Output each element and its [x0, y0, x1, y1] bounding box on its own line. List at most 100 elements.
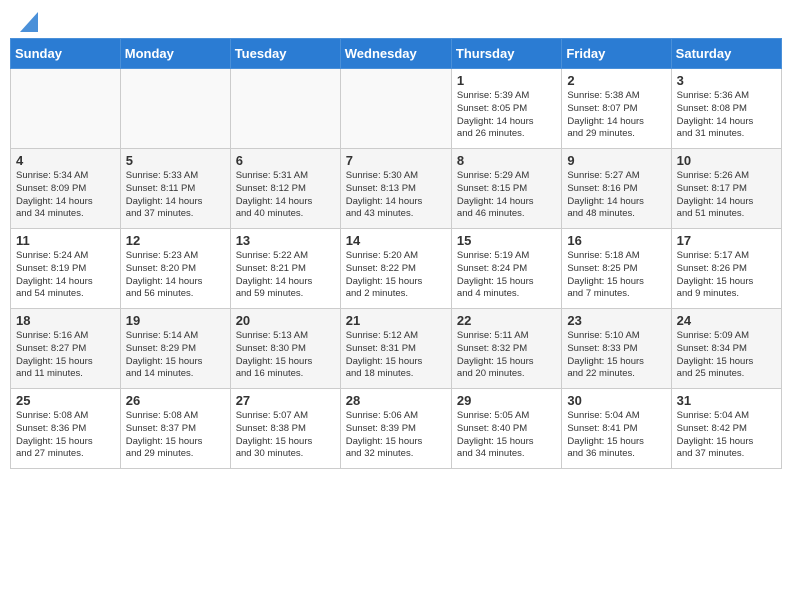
calendar-week-row: 11 Sunrise: 5:24 AM Sunset: 8:19 PM Dayli…: [11, 229, 782, 309]
day-info: Sunrise: 5:39 AM Sunset: 8:05 PM Dayligh…: [457, 90, 556, 141]
calendar-cell: 8 Sunrise: 5:29 AM Sunset: 8:15 PM Daylig…: [451, 149, 561, 229]
calendar-cell: 2 Sunrise: 5:38 AM Sunset: 8:07 PM Daylig…: [562, 69, 671, 149]
calendar-cell: 26Sunrise: 5:08 AM Sunset: 8:37 PM Dayli…: [120, 389, 230, 469]
day-number: 8: [457, 153, 556, 168]
day-info: Sunrise: 5:08 AM Sunset: 8:37 PM Dayligh…: [126, 410, 225, 461]
day-number: 2: [567, 73, 665, 88]
calendar-day-header: Tuesday: [230, 39, 340, 69]
day-number: 6: [236, 153, 335, 168]
day-info: Sunrise: 5:04 AM Sunset: 8:42 PM Dayligh…: [677, 410, 776, 461]
calendar-week-row: 1 Sunrise: 5:39 AM Sunset: 8:05 PM Daylig…: [11, 69, 782, 149]
day-info: Sunrise: 5:26 AM Sunset: 8:17 PM Dayligh…: [677, 170, 776, 221]
day-info: Sunrise: 5:12 AM Sunset: 8:31 PM Dayligh…: [346, 330, 446, 381]
calendar-cell: 22Sunrise: 5:11 AM Sunset: 8:32 PM Dayli…: [451, 309, 561, 389]
day-info: Sunrise: 5:16 AM Sunset: 8:27 PM Dayligh…: [16, 330, 115, 381]
day-info: Sunrise: 5:20 AM Sunset: 8:22 PM Dayligh…: [346, 250, 446, 301]
calendar-cell: 20 Sunrise: 5:13 AM Sunset: 8:30 PM Dayli…: [230, 309, 340, 389]
calendar-cell: 1 Sunrise: 5:39 AM Sunset: 8:05 PM Daylig…: [451, 69, 561, 149]
day-number: 21: [346, 313, 446, 328]
calendar-cell: [120, 69, 230, 149]
day-info: Sunrise: 5:09 AM Sunset: 8:34 PM Dayligh…: [677, 330, 776, 381]
day-info: Sunrise: 5:34 AM Sunset: 8:09 PM Dayligh…: [16, 170, 115, 221]
calendar-cell: 27 Sunrise: 5:07 AM Sunset: 8:38 PM Dayli…: [230, 389, 340, 469]
calendar-day-header: Saturday: [671, 39, 781, 69]
day-number: 30: [567, 393, 665, 408]
calendar-cell: 30 Sunrise: 5:04 AM Sunset: 8:41 PM Dayli…: [562, 389, 671, 469]
day-number: 14: [346, 233, 446, 248]
calendar-cell: 10 Sunrise: 5:26 AM Sunset: 8:17 PM Dayli…: [671, 149, 781, 229]
calendar-cell: 7Sunrise: 5:30 AM Sunset: 8:13 PM Daylig…: [340, 149, 451, 229]
day-info: Sunrise: 5:18 AM Sunset: 8:25 PM Dayligh…: [567, 250, 665, 301]
calendar-cell: 12 Sunrise: 5:23 AM Sunset: 8:20 PM Dayli…: [120, 229, 230, 309]
calendar-cell: [11, 69, 121, 149]
day-number: 17: [677, 233, 776, 248]
day-info: Sunrise: 5:05 AM Sunset: 8:40 PM Dayligh…: [457, 410, 556, 461]
logo-icon: [20, 12, 38, 32]
calendar-cell: 5Sunrise: 5:33 AM Sunset: 8:11 PM Daylig…: [120, 149, 230, 229]
calendar-cell: [340, 69, 451, 149]
day-info: Sunrise: 5:29 AM Sunset: 8:15 PM Dayligh…: [457, 170, 556, 221]
day-number: 9: [567, 153, 665, 168]
calendar-cell: 14 Sunrise: 5:20 AM Sunset: 8:22 PM Dayli…: [340, 229, 451, 309]
day-info: Sunrise: 5:27 AM Sunset: 8:16 PM Dayligh…: [567, 170, 665, 221]
day-info: Sunrise: 5:23 AM Sunset: 8:20 PM Dayligh…: [126, 250, 225, 301]
day-number: 5: [126, 153, 225, 168]
calendar-day-header: Monday: [120, 39, 230, 69]
day-info: Sunrise: 5:24 AM Sunset: 8:19 PM Dayligh…: [16, 250, 115, 301]
day-number: 12: [126, 233, 225, 248]
day-info: Sunrise: 5:19 AM Sunset: 8:24 PM Dayligh…: [457, 250, 556, 301]
calendar-cell: 3Sunrise: 5:36 AM Sunset: 8:08 PM Daylig…: [671, 69, 781, 149]
calendar-cell: 19 Sunrise: 5:14 AM Sunset: 8:29 PM Dayli…: [120, 309, 230, 389]
logo: [18, 14, 38, 26]
day-number: 16: [567, 233, 665, 248]
calendar-day-header: Sunday: [11, 39, 121, 69]
day-number: 18: [16, 313, 115, 328]
day-info: Sunrise: 5:07 AM Sunset: 8:38 PM Dayligh…: [236, 410, 335, 461]
day-info: Sunrise: 5:08 AM Sunset: 8:36 PM Dayligh…: [16, 410, 115, 461]
day-info: Sunrise: 5:22 AM Sunset: 8:21 PM Dayligh…: [236, 250, 335, 301]
day-info: Sunrise: 5:14 AM Sunset: 8:29 PM Dayligh…: [126, 330, 225, 381]
day-info: Sunrise: 5:13 AM Sunset: 8:30 PM Dayligh…: [236, 330, 335, 381]
calendar-day-header: Friday: [562, 39, 671, 69]
day-number: 23: [567, 313, 665, 328]
day-number: 25: [16, 393, 115, 408]
calendar-cell: 6 Sunrise: 5:31 AM Sunset: 8:12 PM Daylig…: [230, 149, 340, 229]
day-info: Sunrise: 5:11 AM Sunset: 8:32 PM Dayligh…: [457, 330, 556, 381]
calendar-cell: [230, 69, 340, 149]
calendar-cell: 17Sunrise: 5:17 AM Sunset: 8:26 PM Dayli…: [671, 229, 781, 309]
calendar-cell: 23 Sunrise: 5:10 AM Sunset: 8:33 PM Dayli…: [562, 309, 671, 389]
calendar-cell: 11 Sunrise: 5:24 AM Sunset: 8:19 PM Dayli…: [11, 229, 121, 309]
calendar-day-header: Thursday: [451, 39, 561, 69]
day-info: Sunrise: 5:06 AM Sunset: 8:39 PM Dayligh…: [346, 410, 446, 461]
day-number: 11: [16, 233, 115, 248]
calendar-cell: 16 Sunrise: 5:18 AM Sunset: 8:25 PM Dayli…: [562, 229, 671, 309]
page-header: [10, 10, 782, 30]
day-number: 4: [16, 153, 115, 168]
calendar-cell: 15Sunrise: 5:19 AM Sunset: 8:24 PM Dayli…: [451, 229, 561, 309]
day-number: 10: [677, 153, 776, 168]
calendar-cell: 31 Sunrise: 5:04 AM Sunset: 8:42 PM Dayli…: [671, 389, 781, 469]
day-number: 1: [457, 73, 556, 88]
day-number: 28: [346, 393, 446, 408]
day-info: Sunrise: 5:10 AM Sunset: 8:33 PM Dayligh…: [567, 330, 665, 381]
day-number: 27: [236, 393, 335, 408]
day-info: Sunrise: 5:36 AM Sunset: 8:08 PM Dayligh…: [677, 90, 776, 141]
calendar-day-header: Wednesday: [340, 39, 451, 69]
day-info: Sunrise: 5:04 AM Sunset: 8:41 PM Dayligh…: [567, 410, 665, 461]
calendar-table: SundayMondayTuesdayWednesdayThursdayFrid…: [10, 38, 782, 469]
calendar-cell: 21 Sunrise: 5:12 AM Sunset: 8:31 PM Dayli…: [340, 309, 451, 389]
calendar-header-row: SundayMondayTuesdayWednesdayThursdayFrid…: [11, 39, 782, 69]
day-number: 19: [126, 313, 225, 328]
day-info: Sunrise: 5:38 AM Sunset: 8:07 PM Dayligh…: [567, 90, 665, 141]
day-number: 29: [457, 393, 556, 408]
calendar-cell: 28 Sunrise: 5:06 AM Sunset: 8:39 PM Dayli…: [340, 389, 451, 469]
day-info: Sunrise: 5:31 AM Sunset: 8:12 PM Dayligh…: [236, 170, 335, 221]
day-info: Sunrise: 5:30 AM Sunset: 8:13 PM Dayligh…: [346, 170, 446, 221]
calendar-cell: 24 Sunrise: 5:09 AM Sunset: 8:34 PM Dayli…: [671, 309, 781, 389]
calendar-cell: 4 Sunrise: 5:34 AM Sunset: 8:09 PM Daylig…: [11, 149, 121, 229]
calendar-cell: 9 Sunrise: 5:27 AM Sunset: 8:16 PM Daylig…: [562, 149, 671, 229]
calendar-week-row: 25 Sunrise: 5:08 AM Sunset: 8:36 PM Dayli…: [11, 389, 782, 469]
day-number: 20: [236, 313, 335, 328]
day-number: 31: [677, 393, 776, 408]
day-number: 24: [677, 313, 776, 328]
